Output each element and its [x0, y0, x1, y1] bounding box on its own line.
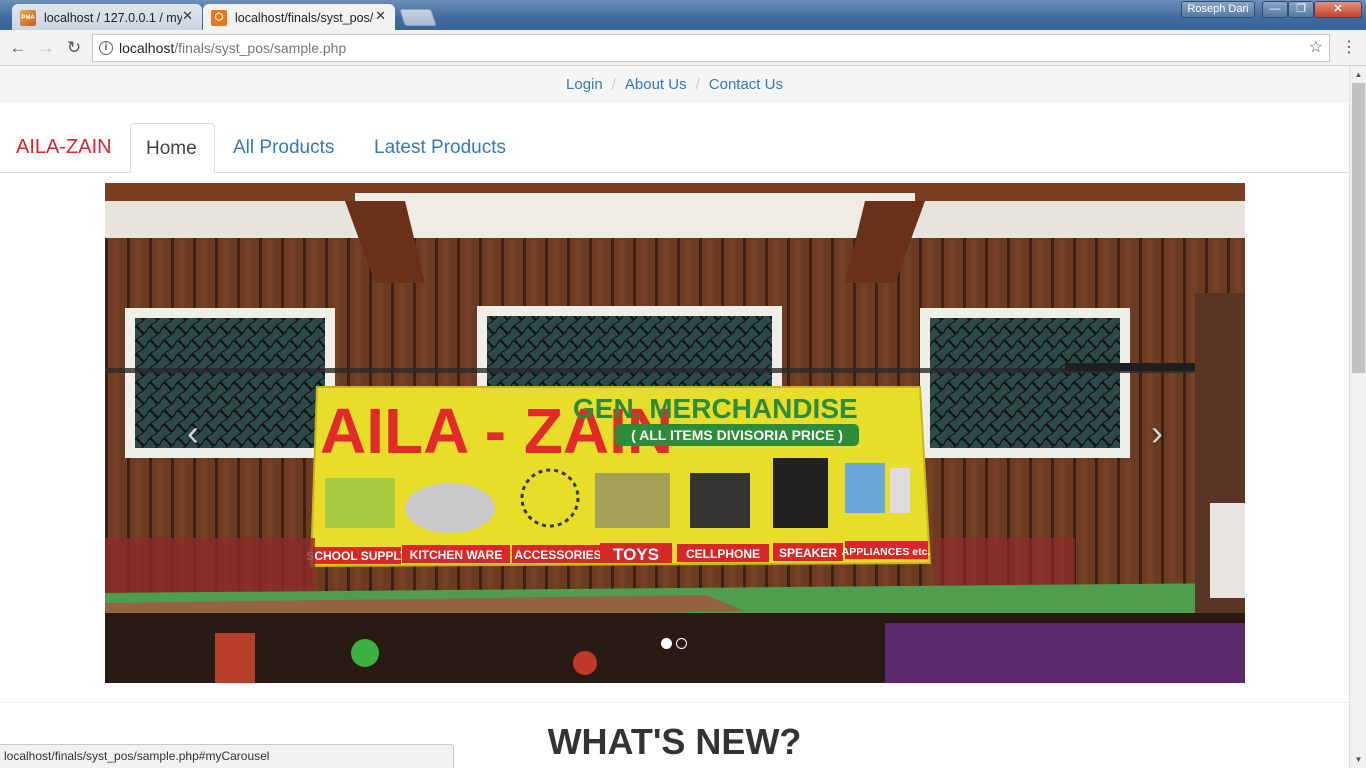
xampp-icon: ⬡	[211, 9, 227, 26]
breadcrumb-separator: /	[611, 76, 616, 93]
image-carousel: AILA - ZAIN GEN. MERCHANDISE ( ALL ITEMS…	[105, 183, 1245, 683]
storefront-photo: AILA - ZAIN GEN. MERCHANDISE ( ALL ITEMS…	[105, 183, 1245, 683]
contact-us-link[interactable]: Contact Us	[709, 76, 783, 93]
browser-toolbar: ← → ↻ i localhost/finals/syst_pos/sample…	[0, 30, 1366, 66]
carousel-indicator-2[interactable]	[676, 638, 687, 649]
minimize-button[interactable]: —	[1262, 1, 1288, 18]
status-bar-url: localhost/finals/syst_pos/sample.php#myC…	[0, 744, 454, 768]
svg-text:SPEAKER: SPEAKER	[779, 546, 837, 560]
svg-text:KITCHEN WARE: KITCHEN WARE	[410, 548, 503, 562]
forward-arrow-icon[interactable]: →	[36, 38, 56, 58]
window-close-button[interactable]: ✕	[1314, 1, 1362, 18]
carousel-prev-chevron-icon[interactable]: ‹	[173, 408, 213, 458]
phpmyadmin-icon: PMA	[20, 9, 36, 26]
menu-kebab-icon[interactable]: ⋮	[1341, 38, 1357, 58]
svg-text:TOYS: TOYS	[613, 545, 659, 564]
reload-icon[interactable]: ↻	[64, 38, 84, 58]
svg-text:SCHOOL SUPPLY: SCHOOL SUPPLY	[306, 549, 407, 563]
address-bar[interactable]: i localhost/finals/syst_pos/sample.php ☆	[92, 34, 1330, 62]
close-icon[interactable]: ✕	[375, 8, 386, 24]
window-titlebar: PMA localhost / 127.0.0.1 / my ✕ ⬡ local…	[0, 0, 1366, 31]
browser-tab-phpmyadmin[interactable]: PMA localhost / 127.0.0.1 / my ✕	[12, 4, 202, 31]
svg-text:GEN. MERCHANDISE: GEN. MERCHANDISE	[573, 393, 858, 424]
carousel-indicators	[661, 636, 691, 649]
tab-title: localhost/finals/syst_pos/	[235, 10, 373, 25]
scroll-up-arrow-icon[interactable]: ▲	[1350, 66, 1366, 83]
top-links-bar: Login / About Us / Contact Us	[0, 66, 1349, 103]
tab-all-products[interactable]: All Products	[218, 123, 349, 173]
carousel-next-chevron-icon[interactable]: ›	[1137, 408, 1177, 458]
tab-latest-products[interactable]: Latest Products	[359, 123, 521, 173]
carousel-indicator-1[interactable]	[661, 638, 672, 649]
bookmark-star-icon[interactable]: ☆	[1309, 35, 1323, 61]
url-text: localhost/finals/syst_pos/sample.php	[119, 40, 347, 56]
back-arrow-icon[interactable]: ←	[8, 38, 28, 58]
tab-home[interactable]: Home	[130, 123, 215, 173]
scroll-down-arrow-icon[interactable]: ▼	[1350, 751, 1366, 768]
svg-text:( ALL ITEMS DIVISORIA PRICE ): ( ALL ITEMS DIVISORIA PRICE )	[631, 427, 843, 443]
svg-text:CELLPHONE: CELLPHONE	[686, 547, 760, 561]
info-icon[interactable]: i	[99, 41, 113, 55]
maximize-button[interactable]: ❐	[1288, 1, 1314, 18]
new-tab-button[interactable]	[399, 9, 437, 26]
close-icon[interactable]: ✕	[182, 8, 193, 24]
svg-text:ACCESSORIES: ACCESSORIES	[514, 548, 601, 562]
user-profile-badge[interactable]: Roseph Dari	[1181, 1, 1255, 18]
breadcrumb-separator: /	[695, 76, 700, 93]
tab-title: localhost / 127.0.0.1 / my	[44, 10, 182, 25]
site-brand[interactable]: AILA-ZAIN	[16, 136, 112, 159]
section-divider	[0, 702, 1349, 703]
svg-text:APPLIANCES etc.: APPLIANCES etc.	[842, 546, 931, 558]
login-link[interactable]: Login	[566, 76, 603, 93]
page-scrollbar[interactable]: ▲ ▼	[1349, 66, 1366, 768]
browser-tab-sample[interactable]: ⬡ localhost/finals/syst_pos/ ✕	[203, 4, 395, 31]
about-us-link[interactable]: About Us	[625, 76, 687, 93]
scroll-thumb[interactable]	[1352, 83, 1365, 373]
page-viewport: Login / About Us / Contact Us AILA-ZAIN Home…	[0, 66, 1349, 768]
